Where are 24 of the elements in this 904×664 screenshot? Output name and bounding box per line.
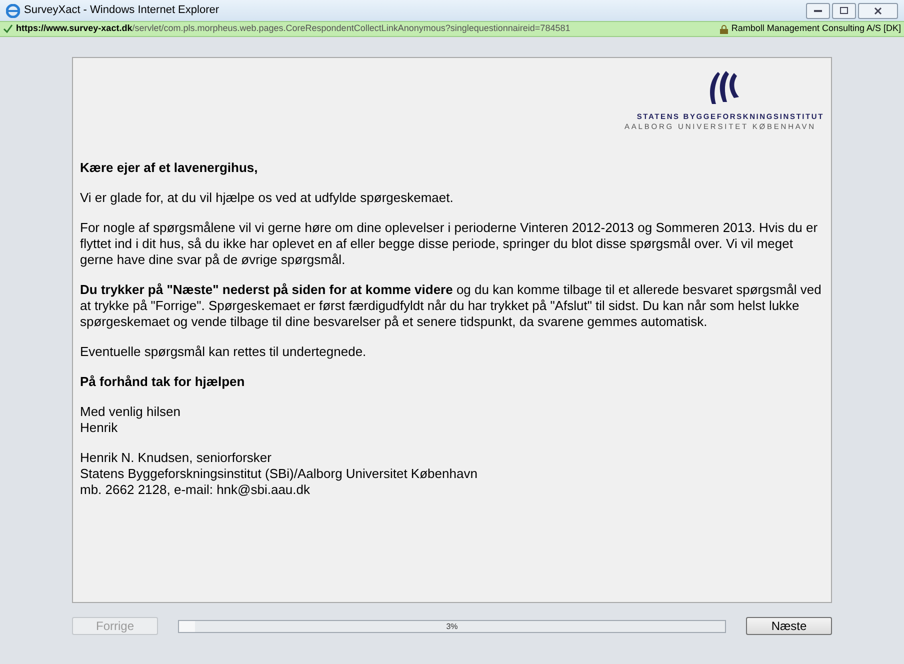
letter-paragraph: Vi er glade for, at du vil hjælpe os ved at udfylde spørgeskemaet. [80, 190, 454, 206]
progress-reading: 3% [445, 620, 459, 632]
letter-paragraph: Eventuelle spørgsmål kan rettes til undertegnede. [80, 344, 368, 360]
certificate-text: Ramboll Management Consulting A/S [DK] [731, 22, 901, 36]
letter-line: mb. 2662 2128, e-mail: hnk@sbi.aau.dk [80, 482, 311, 498]
maximize-button[interactable] [832, 2, 856, 18]
letter-line: Henrik [80, 420, 119, 436]
letter-heading: På forhånd tak for hjælpen [80, 374, 246, 390]
lock-icon [720, 24, 728, 34]
letter-heading: Kære ejer af et lavenergihus, [80, 160, 259, 176]
letter-paragraph: Du trykker på "Næste" nederst på siden for at komme videre og du kan komme tilbage til et allerede besvaret spørgsmål ved at trykke på "Forrige". Spørgeskemaet er først færdigudfyldt når du har trykket på "Afslut" til sidst. Du kan når som helst lukke spørgeskemaet og vende tilbage til dine besvarelser på et senere tidspunkt, da svarene gemmes automatisk. [80, 282, 822, 330]
address-bar[interactable]: https://www.survey-xact.dk/servlet/com.pls.morpheus.web.pages.CoreRespondentCollectLinkAnonymous?singlequestionnaireid=784581 Ramboll Management Consulting A/S [DK] [0, 21, 904, 37]
window-title: SurveyXact - Windows Internet Explorer [24, 3, 220, 18]
checkmark-icon [3, 24, 13, 34]
close-button[interactable] [858, 2, 898, 18]
close-icon [874, 6, 882, 14]
url-text: https://www.survey-xact.dk/servlet/com.pls.morpheus.web.pages.CoreRespondentCollectLinkAnonymous?singlequestionnaireid=784581 [16, 22, 570, 36]
letter-paragraph: For nogle af spørgsmålene vil vi gerne høre om dine oplevelser i perioderne Vinteren 2012-2013 og Sommeren 2013. Hvis du er flyttet ind i dit hus, så du ikke har oplevet en af eller begge disse periode, springer du blot disse spørgsmål over. Vi vil meget gerne have dine svar på de øvrige spørgsmål. [80, 220, 819, 268]
minimize-button[interactable] [806, 2, 830, 18]
letter-line: Henrik N. Knudsen, seniorforsker [80, 450, 272, 466]
letter-line: Statens Byggeforskningsinstitut (SBi)/Aalborg Universitet København [80, 466, 478, 482]
letter-line: Med venlig hilsen [80, 404, 182, 420]
browser-icon [6, 4, 20, 18]
next-button[interactable]: Næste [746, 617, 832, 635]
